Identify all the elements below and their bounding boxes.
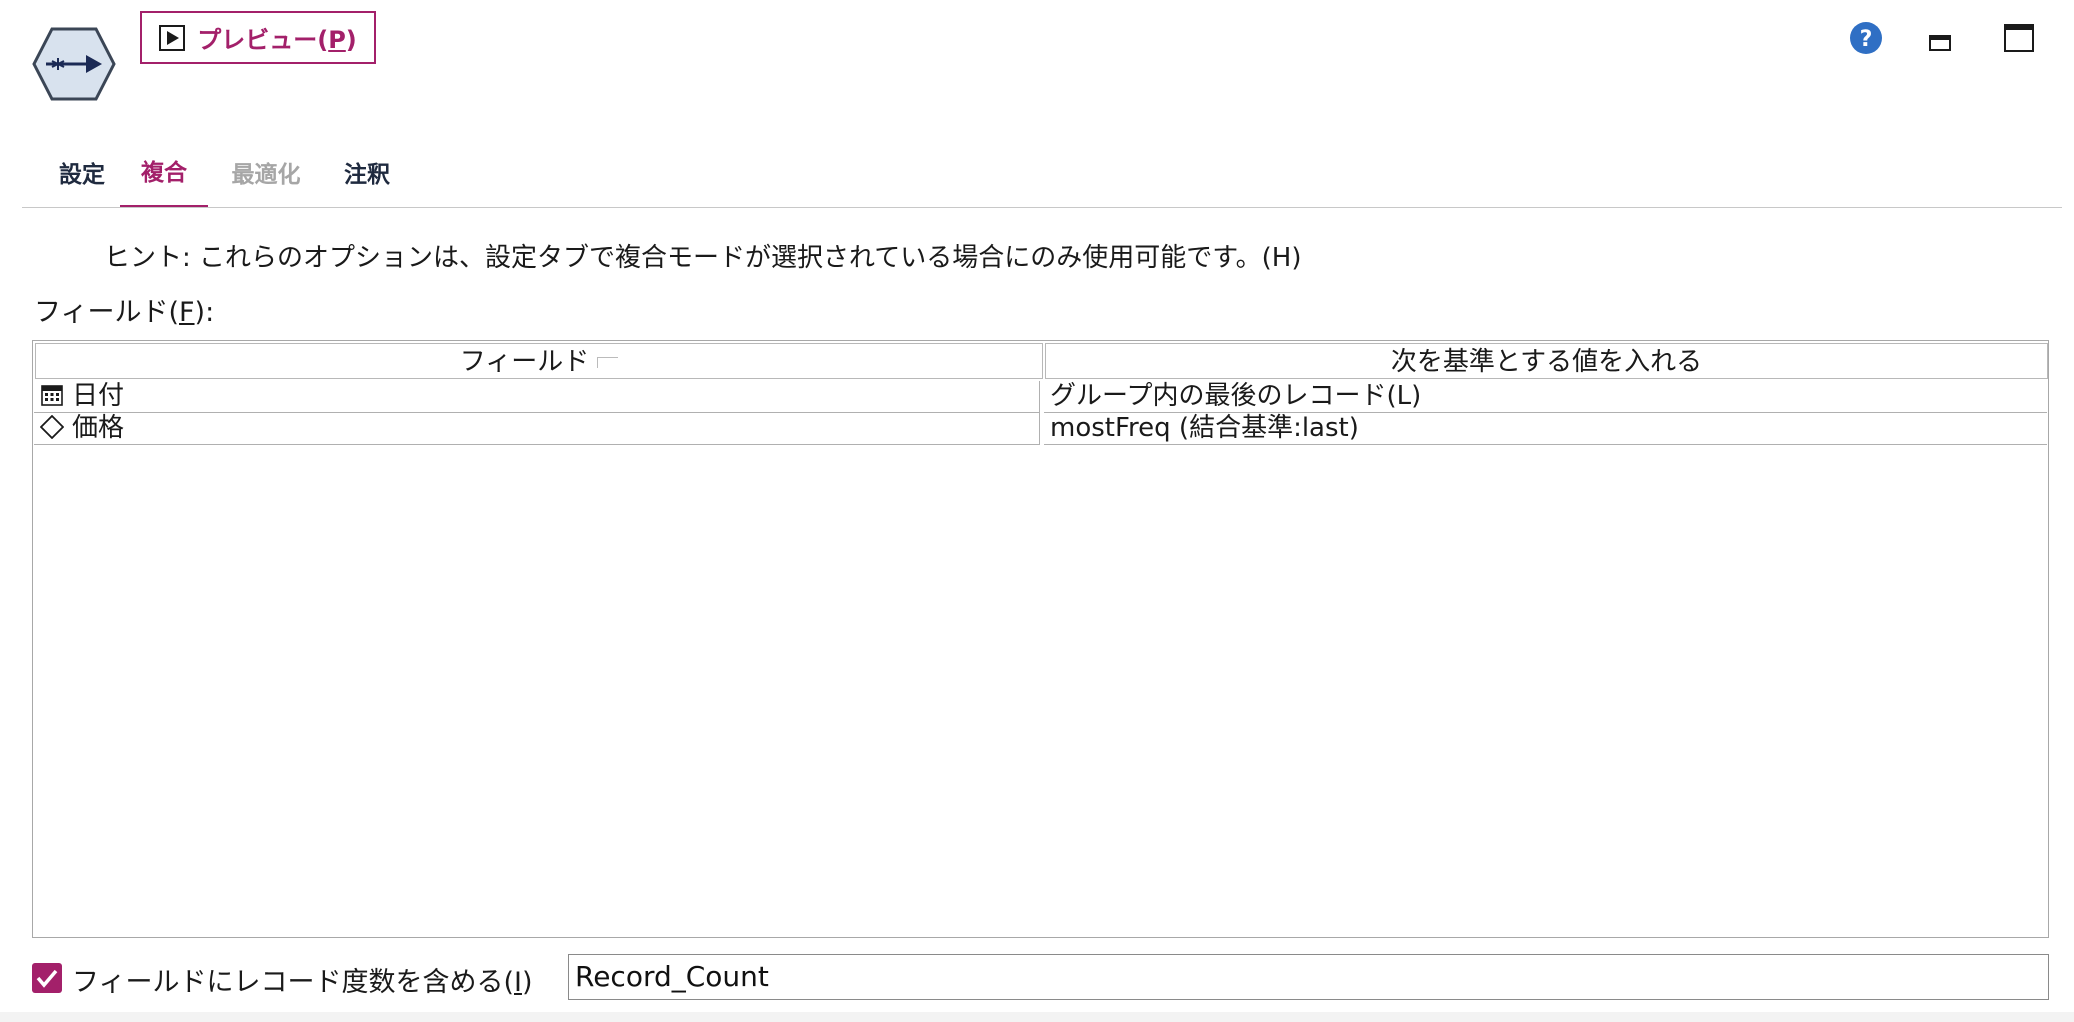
field-cell[interactable]: 日付 (34, 381, 1040, 413)
column-header-field[interactable]: フィールド (35, 343, 1043, 379)
checkmark-icon (36, 969, 58, 988)
tab-divider (22, 207, 2062, 208)
preview-button-label: プレビュー(P) (197, 26, 357, 54)
continuous-diamond-icon (40, 415, 64, 439)
record-count-field[interactable]: Record_Count (568, 954, 2049, 1000)
field-name: 日付 (72, 381, 125, 411)
table-row[interactable]: 価格 mostFreq (結合基準:last) (34, 413, 2047, 445)
distinct-node-icon (32, 27, 116, 101)
include-count-checkbox[interactable] (32, 963, 62, 993)
svg-text:?: ? (1860, 27, 1873, 52)
tab-annotations[interactable]: 注釈 (332, 150, 402, 208)
value-cell[interactable]: グループ内の最後のレコード(L) (1044, 381, 2047, 413)
tab-bar: 設定 複合 最適化 注釈 (22, 150, 2062, 210)
fields-table: フィールド 次を基準とする値を入れる 日付 グループ内の最後のレコード(L) 価… (32, 340, 2049, 938)
preview-button[interactable]: プレビュー(P) (140, 11, 376, 64)
play-icon (159, 24, 186, 51)
help-icon[interactable]: ? (1849, 21, 1883, 55)
value-cell[interactable]: mostFreq (結合基準:last) (1044, 413, 2047, 445)
tab-composite[interactable]: 複合 (120, 150, 208, 208)
minimize-icon[interactable] (1929, 30, 1951, 52)
tab-settings[interactable]: 設定 (52, 150, 112, 208)
hint-text: ヒント: これらのオプションは、設定タブで複合モードが選択されている場合にのみ使… (104, 243, 1302, 273)
bottom-strip (0, 1012, 2074, 1022)
tab-optimization: 最適化 (231, 162, 301, 188)
field-cell[interactable]: 価格 (34, 413, 1040, 445)
include-count-label[interactable]: フィールドにレコード度数を含める(I) (72, 960, 533, 999)
value-text: mostFreq (結合基準:last) (1050, 413, 1359, 443)
field-name: 価格 (72, 413, 125, 443)
table-row[interactable]: 日付 グループ内の最後のレコード(L) (34, 381, 2047, 413)
calendar-icon (41, 385, 63, 406)
column-header-value-label: 次を基準とする値を入れる (1390, 347, 1703, 377)
maximize-icon[interactable] (2004, 24, 2034, 52)
value-text: グループ内の最後のレコード(L) (1050, 381, 1422, 411)
column-header-value[interactable]: 次を基準とする値を入れる (1045, 343, 2048, 379)
column-header-field-label: フィールド (459, 347, 590, 377)
sort-indicator-icon (597, 357, 619, 368)
fields-label: フィールド(F): (34, 297, 215, 328)
